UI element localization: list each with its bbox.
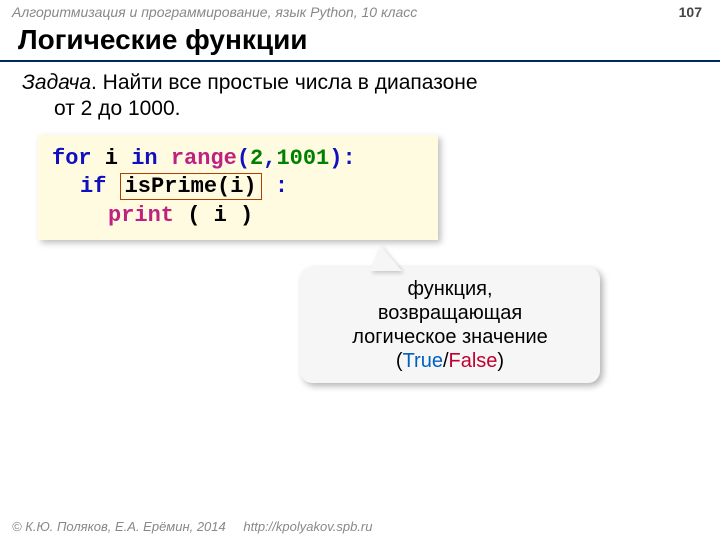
problem-text-2: от 2 до 1000. xyxy=(22,96,690,122)
num-2: 2 xyxy=(250,146,263,171)
callout-line-1: функция, xyxy=(407,278,492,300)
problem-label: Задача xyxy=(22,71,91,94)
fn-range: range xyxy=(171,146,237,171)
callout: функция, возвращающая логическое значени… xyxy=(300,245,600,383)
num-1001: 1001 xyxy=(276,146,329,171)
callout-line-2: возвращающая xyxy=(378,302,522,324)
page-number: 107 xyxy=(679,4,702,20)
callout-tail xyxy=(370,245,402,271)
callout-lp: ( xyxy=(396,350,403,372)
colon: : xyxy=(342,146,355,171)
fn-print: print xyxy=(108,203,174,228)
slide-title: Логические функции xyxy=(0,22,720,62)
header: Алгоритмизация и программирование, язык … xyxy=(0,0,720,22)
code-block: for i in range(2,1001): if isPrime(i) : … xyxy=(38,135,438,241)
comma: , xyxy=(263,146,276,171)
course-label: Алгоритмизация и программирование, язык … xyxy=(12,4,417,20)
var-i: i xyxy=(92,146,132,171)
code-line-3: print ( i ) xyxy=(52,202,424,231)
callout-false: False xyxy=(449,350,498,372)
rparen: ) xyxy=(329,146,342,171)
callout-rp: ) xyxy=(497,350,504,372)
colon-2: : xyxy=(275,174,288,199)
callout-line-3: логическое значение xyxy=(352,326,548,348)
callout-true: True xyxy=(403,350,443,372)
problem-statement: Задача. Найти все простые числа в диапаз… xyxy=(0,70,720,123)
footer: © К.Ю. Поляков, Е.А. Ерёмин, 2014 http:/… xyxy=(12,519,372,534)
callout-body: функция, возвращающая логическое значени… xyxy=(300,267,600,383)
kw-if: if xyxy=(80,174,106,199)
isprime-call: isPrime(i) xyxy=(120,173,262,200)
problem-text-1: . Найти все простые числа в диапазоне xyxy=(91,71,478,94)
code-line-2: if isPrime(i) : xyxy=(52,173,424,202)
lparen: ( xyxy=(237,146,250,171)
kw-in: in xyxy=(131,146,157,171)
print-args: ( i ) xyxy=(187,203,253,228)
copyright: © К.Ю. Поляков, Е.А. Ерёмин, 2014 xyxy=(12,519,226,534)
code-line-1: for i in range(2,1001): xyxy=(52,145,424,174)
kw-for: for xyxy=(52,146,92,171)
footer-url[interactable]: http://kpolyakov.spb.ru xyxy=(243,519,372,534)
